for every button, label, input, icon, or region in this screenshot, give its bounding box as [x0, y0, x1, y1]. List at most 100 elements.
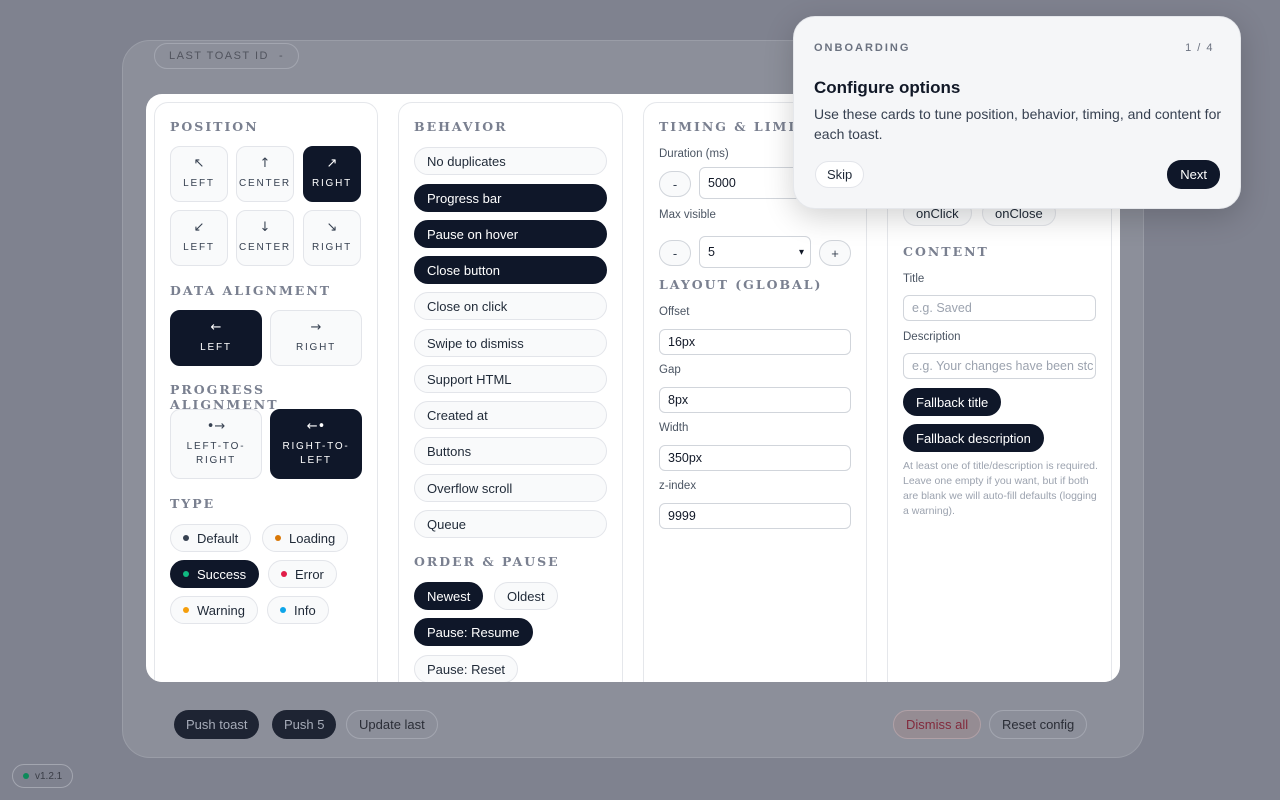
dismiss-all-button[interactable]: Dismiss all — [893, 710, 982, 739]
position-bottom-right[interactable]: ↘ RIGHT — [303, 210, 361, 266]
arrow-left-icon: ← — [210, 320, 222, 335]
progress-right-to-left[interactable]: ←• RIGHT-TO- LEFT — [270, 409, 362, 479]
type-success[interactable]: Success — [170, 560, 260, 588]
position-label: CENTER — [239, 178, 291, 189]
title-label: Title — [903, 273, 925, 285]
position-heading: POSITION — [170, 119, 259, 134]
toggle-progress-bar[interactable]: Progress bar — [414, 184, 607, 212]
toggle-buttons[interactable]: Buttons — [414, 437, 607, 465]
action-bar: Push toast Push 5 Update last Dismiss al… — [0, 710, 1280, 742]
arrow-down-right-icon: ↘ — [326, 220, 338, 235]
type-error[interactable]: Error — [268, 560, 337, 588]
position-label: RIGHT — [311, 178, 353, 189]
position-label: LEFT — [183, 178, 215, 189]
type-loading[interactable]: Loading — [262, 524, 349, 552]
toggle-overflow-scroll[interactable]: Overflow scroll — [414, 474, 607, 502]
order-pause-heading: ORDER & PAUSE — [414, 554, 560, 569]
order-oldest[interactable]: Oldest — [494, 582, 558, 610]
position-top-left[interactable]: ↖ LEFT — [170, 146, 228, 202]
chevron-down-icon: ▾ — [798, 246, 804, 258]
duration-decrement[interactable]: - — [659, 171, 691, 197]
last-toast-id-label: LAST TOAST ID — [169, 50, 269, 62]
onboarding-eyebrow: ONBOARDING — [814, 42, 911, 54]
max-visible-select[interactable]: 5 ▾ — [699, 236, 811, 268]
width-input[interactable]: 350px — [659, 445, 851, 471]
progress-left-to-right[interactable]: •→ LEFT-TO- RIGHT — [170, 409, 262, 479]
z-index-input[interactable]: 9999 — [659, 503, 851, 529]
pause-resume[interactable]: Pause: Resume — [414, 618, 533, 646]
dot-icon — [275, 535, 281, 541]
data-align-label: RIGHT — [295, 342, 337, 353]
gap-input[interactable]: 8px — [659, 387, 851, 413]
version-badge: v1.2.1 — [12, 764, 74, 788]
push-5-button[interactable]: Push 5 — [272, 710, 337, 739]
onboarding-step-counter: 1 / 4 — [1185, 42, 1214, 54]
behavior-heading: BEHAVIOR — [414, 119, 508, 134]
push-toast-button[interactable]: Push toast — [174, 710, 260, 739]
type-warning[interactable]: Warning — [170, 596, 258, 624]
reset-config-button[interactable]: Reset config — [989, 710, 1088, 739]
progress-ltr-icon: •→ — [206, 419, 226, 434]
description-input[interactable]: e.g. Your changes have been stc — [903, 353, 1096, 379]
progress-rtl-icon: ←• — [306, 419, 326, 434]
width-label: Width — [659, 422, 689, 434]
max-visible-increment[interactable]: + — [819, 240, 851, 266]
skip-button[interactable]: Skip — [815, 161, 865, 188]
position-label: CENTER — [239, 242, 291, 253]
behavior-card: BEHAVIOR No duplicates Progress bar Paus… — [398, 102, 623, 682]
arrow-right-icon: → — [310, 320, 322, 335]
last-toast-id-dropdown[interactable]: LAST TOAST ID - — [154, 43, 300, 69]
position-top-center[interactable]: ↑ CENTER — [236, 146, 294, 202]
max-visible-label: Max visible — [659, 209, 716, 221]
offset-input[interactable]: 16px — [659, 329, 851, 355]
offset-label: Offset — [659, 306, 690, 318]
type-default[interactable]: Default — [170, 524, 252, 552]
dot-icon — [281, 571, 287, 577]
data-align-left[interactable]: ← LEFT — [170, 310, 262, 366]
position-label: RIGHT — [311, 242, 353, 253]
arrow-up-right-icon: ↗ — [326, 156, 338, 171]
max-visible-decrement[interactable]: - — [659, 240, 691, 266]
onboarding-popover: ONBOARDING 1 / 4 Configure options Use t… — [793, 16, 1241, 209]
position-card: POSITION ↖ LEFT ↑ CENTER ↗ RIGHT ↙ LEFT … — [154, 102, 378, 682]
status-dot-icon — [23, 773, 29, 779]
arrow-down-left-icon: ↙ — [193, 220, 205, 235]
progress-alignment-heading: PROGRESS ALIGNMENT — [170, 382, 279, 412]
toggle-created-at[interactable]: Created at — [414, 401, 607, 429]
z-index-label: z-index — [659, 480, 697, 492]
next-button[interactable]: Next — [1167, 160, 1220, 189]
arrow-up-left-icon: ↖ — [193, 156, 205, 171]
toggle-queue[interactable]: Queue — [414, 510, 607, 538]
duration-label: Duration (ms) — [659, 148, 729, 160]
toggle-no-duplicates[interactable]: No duplicates — [414, 147, 607, 175]
arrow-down-icon: ↓ — [259, 220, 271, 235]
toggle-swipe-to-dismiss[interactable]: Swipe to dismiss — [414, 329, 607, 357]
onboarding-body: Use these cards to tune position, behavi… — [814, 106, 1222, 142]
fallback-title-toggle[interactable]: Fallback title — [903, 388, 1002, 416]
fallback-description-toggle[interactable]: Fallback description — [903, 424, 1044, 452]
toggle-close-button[interactable]: Close button — [414, 256, 607, 284]
progress-label: RIGHT-TO- LEFT — [282, 441, 350, 466]
version-label: v1.2.1 — [35, 770, 63, 782]
position-bottom-left[interactable]: ↙ LEFT — [170, 210, 228, 266]
description-label: Description — [903, 331, 961, 343]
last-toast-id-value: - — [279, 50, 285, 62]
layout-heading: LAYOUT (GLOBAL) — [659, 277, 823, 292]
position-bottom-center[interactable]: ↓ CENTER — [236, 210, 294, 266]
progress-label: LEFT-TO- RIGHT — [186, 441, 246, 466]
toggle-close-on-click[interactable]: Close on click — [414, 292, 607, 320]
dot-icon — [183, 571, 189, 577]
update-last-button[interactable]: Update last — [346, 710, 438, 739]
content-heading: CONTENT — [903, 244, 989, 259]
data-alignment-heading: DATA ALIGNMENT — [170, 283, 332, 298]
data-align-right[interactable]: → RIGHT — [270, 310, 362, 366]
onboarding-title: Configure options — [814, 78, 961, 97]
pause-reset[interactable]: Pause: Reset — [414, 655, 519, 682]
type-info[interactable]: Info — [267, 596, 329, 624]
order-newest[interactable]: Newest — [414, 582, 484, 610]
type-heading: TYPE — [170, 496, 216, 511]
position-top-right[interactable]: ↗ RIGHT — [303, 146, 361, 202]
toggle-support-html[interactable]: Support HTML — [414, 365, 607, 393]
toggle-pause-on-hover[interactable]: Pause on hover — [414, 220, 607, 248]
title-input[interactable]: e.g. Saved — [903, 295, 1096, 321]
